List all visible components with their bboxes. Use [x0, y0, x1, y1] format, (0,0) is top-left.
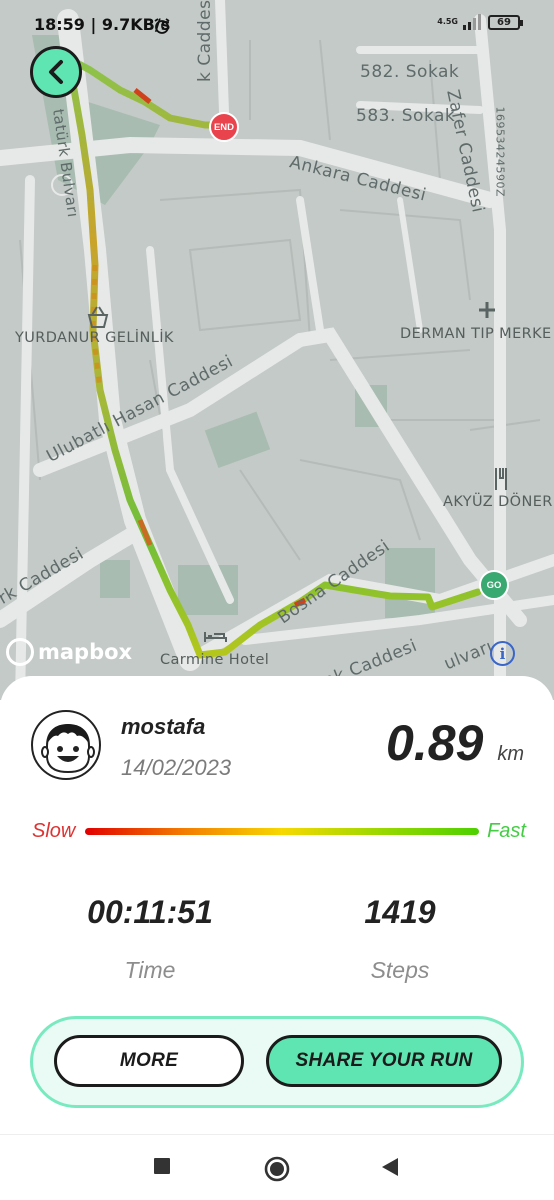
chevron-left-icon [49, 60, 63, 84]
poi-label: DERMAN TIP MERKE [400, 326, 552, 342]
time-label: Time [124, 957, 176, 983]
end-marker: END [209, 112, 239, 142]
status-time: 18:59 | 9.7KB/s [34, 15, 171, 34]
steps-stat: 1419 Steps [310, 894, 490, 984]
poi-label: YURDANUR GELİNLİK [15, 330, 174, 346]
route-map[interactable]: k Caddesi 582. Sokak 583. Sokak Zafer Ca… [0, 0, 554, 700]
back-nav-icon[interactable] [380, 1157, 400, 1177]
speed-gradient-bar [85, 828, 479, 835]
network-type: 4.5G [437, 17, 458, 26]
speed-legend: Slow Fast [32, 820, 526, 846]
time-stat: 00:11:51 Time [60, 894, 240, 984]
street-label: 16953424590Z [493, 106, 507, 198]
signal-icon [463, 14, 481, 30]
alarm-icon [154, 18, 170, 34]
map-base [0, 0, 554, 700]
distance-unit: km [497, 743, 524, 765]
system-nav-bar [0, 1134, 554, 1200]
poi-label: Carmine Hotel [160, 652, 270, 668]
steps-value: 1419 [364, 894, 436, 930]
street-label: 582. Sokak [360, 62, 460, 82]
username: mostafa [121, 714, 206, 739]
distance-value: 0.89 [386, 715, 484, 771]
avatar [31, 710, 101, 780]
info-icon[interactable]: i [490, 641, 515, 666]
run-date: 14/02/2023 [121, 755, 232, 780]
home-icon[interactable] [263, 1155, 291, 1183]
distance: 0.89 km [386, 714, 524, 772]
recents-icon[interactable] [153, 1157, 171, 1175]
poi-label: AKYÜZ DÖNER [443, 494, 553, 510]
mapbox-logo[interactable]: mapbox [6, 638, 132, 666]
status-bar: 18:59 | 9.7KB/s 4.5G 69 [0, 0, 554, 50]
battery-icon: 69 [488, 14, 523, 30]
user-face-icon [41, 723, 95, 774]
run-summary-sheet: mostafa 14/02/2023 0.89 km Slow Fast 00:… [0, 676, 554, 1134]
steps-label: Steps [370, 957, 430, 983]
legend-slow-label: Slow [32, 820, 76, 842]
mapbox-wordmark: mapbox [38, 640, 133, 664]
back-button[interactable] [30, 46, 82, 98]
legend-fast-label: Fast [487, 820, 526, 842]
start-marker: GO [479, 570, 509, 600]
action-button-group: MORE SHARE YOUR RUN [30, 1016, 524, 1108]
time-value: 00:11:51 [87, 894, 213, 930]
share-run-button[interactable]: SHARE YOUR RUN [266, 1035, 502, 1087]
more-button[interactable]: MORE [54, 1035, 244, 1087]
street-label: 583. Sokak [356, 106, 456, 126]
mapbox-icon [6, 638, 34, 666]
status-right: 4.5G 69 [437, 14, 523, 30]
